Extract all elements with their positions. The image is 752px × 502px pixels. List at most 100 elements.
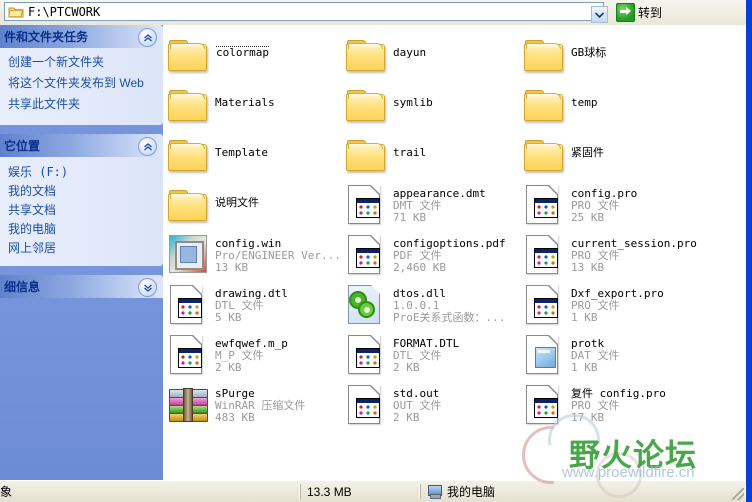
go-arrow-icon <box>616 2 635 22</box>
panel-body: 娱乐 (F:) 我的文档 共享文档 我的电脑 网上邻居 <box>0 157 163 266</box>
address-dropdown-chevron-down-icon[interactable] <box>591 6 608 23</box>
proe-window-config-icon <box>167 233 209 275</box>
file-name: dayun <box>393 46 427 59</box>
file-size: 17 KB <box>571 411 605 424</box>
file-labels: configoptions.pdf PDF 文件 2,460 KB <box>393 233 506 274</box>
chevron-up-icon[interactable] <box>138 28 157 47</box>
status-total-size: 13.3 MB <box>300 484 420 499</box>
file-labels: Dxf_export.pro PRO 文件 1 KB <box>571 283 664 324</box>
file-labels: std.out OUT 文件 2 KB <box>393 383 442 424</box>
file-labels: current_session.pro PRO 文件 13 KB <box>571 233 697 274</box>
file-labels: drawing.dtl DTL 文件 5 KB <box>215 283 288 324</box>
chevron-up-icon[interactable] <box>138 137 157 156</box>
folder-icon <box>345 33 387 75</box>
file-item[interactable]: Dxf_export.pro PRO 文件 1 KB <box>523 281 746 331</box>
panel-details: 细信息 <box>0 275 163 298</box>
config-file-icon <box>523 233 565 275</box>
folder-item[interactable]: colormap <box>167 31 345 81</box>
task-share-this-folder[interactable]: 共享此文件夹 <box>8 96 155 112</box>
folder-item[interactable]: trail <box>345 131 523 181</box>
folder-icon <box>345 83 387 125</box>
file-name: GB球标 <box>571 46 607 59</box>
address-input[interactable]: F:\PTCWORK <box>4 2 608 23</box>
file-item[interactable]: drawing.dtl DTL 文件 5 KB <box>167 281 345 331</box>
file-item[interactable]: FORMAT.DTL DTL 文件 2 KB <box>345 331 523 381</box>
resize-grip[interactable] <box>732 488 744 500</box>
config-file-icon <box>523 383 565 425</box>
file-size: 25 KB <box>571 211 605 224</box>
folder-item[interactable]: 紧固件 <box>523 131 746 181</box>
file-labels: ewfqwef.m_p M_P 文件 2 KB <box>215 333 288 374</box>
panel-other-places: 它位置 娱乐 (F:) 我的文档 共享文档 我的电脑 网上邻居 <box>0 134 163 266</box>
file-name: 说明文件 <box>215 196 259 209</box>
file-item[interactable]: std.out OUT 文件 2 KB <box>345 381 523 431</box>
folder-item[interactable]: 说明文件 <box>167 181 345 231</box>
file-labels: GB球标 <box>571 33 606 59</box>
file-item[interactable]: config.pro PRO 文件 25 KB <box>523 181 746 231</box>
place-my-network-places[interactable]: 网上邻居 <box>8 239 155 258</box>
file-size: 5 KB <box>215 311 242 324</box>
place-shared-documents[interactable]: 共享文档 <box>8 201 155 220</box>
folder-icon <box>167 83 209 125</box>
folder-icon <box>523 83 565 125</box>
task-publish-folder-to-web[interactable]: 将这个文件夹发布到 Web <box>8 75 155 91</box>
folder-item[interactable]: temp <box>523 81 746 131</box>
status-location-label: 我的电脑 <box>447 485 496 499</box>
config-file-icon <box>345 183 387 225</box>
place-entertainment-f-drive[interactable]: 娱乐 (F:) <box>8 163 155 182</box>
file-labels: dtos.dll 1.0.0.1 ProE关系式函数：... <box>393 283 505 324</box>
folder-item[interactable]: dayun <box>345 31 523 81</box>
folder-icon <box>523 133 565 175</box>
go-button[interactable]: 转到 <box>612 2 666 22</box>
file-item[interactable]: config.win Pro/ENGINEER Ver... 13 KB <box>167 231 345 281</box>
config-file-icon <box>345 233 387 275</box>
file-name: Template <box>215 146 268 159</box>
chevron-down-icon[interactable] <box>138 278 157 297</box>
file-item[interactable]: sPurge WinRAR 压缩文件 483 KB <box>167 381 345 431</box>
file-labels: FORMAT.DTL DTL 文件 2 KB <box>393 333 459 374</box>
file-item[interactable]: configoptions.pdf PDF 文件 2,460 KB <box>345 231 523 281</box>
file-name: colormap <box>215 46 270 59</box>
file-list-pane[interactable]: colormap dayun GB球标 Materials symlib temp Temp… <box>163 25 746 480</box>
file-labels: trail <box>393 133 426 159</box>
folder-item[interactable]: Materials <box>167 81 345 131</box>
file-name: trail <box>393 146 427 159</box>
file-item[interactable]: ewfqwef.m_p M_P 文件 2 KB <box>167 331 345 381</box>
task-sidebar: 件和文件夹任务 创建一个新文件夹 将这个文件夹发布到 Web 共享此文件夹 它位… <box>0 25 163 480</box>
config-file-icon <box>167 333 209 375</box>
winrar-archive-icon <box>167 383 209 425</box>
file-size: 1 KB <box>571 311 598 324</box>
panel-header[interactable]: 件和文件夹任务 <box>0 25 163 48</box>
panel-file-folder-tasks: 件和文件夹任务 创建一个新文件夹 将这个文件夹发布到 Web 共享此文件夹 <box>0 25 163 125</box>
file-name: symlib <box>393 96 433 109</box>
folder-item[interactable]: GB球标 <box>523 31 746 81</box>
file-size: 2 KB <box>215 361 242 374</box>
file-item[interactable]: current_session.pro PRO 文件 13 KB <box>523 231 746 281</box>
file-labels: 说明文件 <box>215 183 259 209</box>
file-item[interactable]: dtos.dll 1.0.0.1 ProE关系式函数：... <box>345 281 523 331</box>
place-my-computer[interactable]: 我的电脑 <box>8 220 155 239</box>
config-file-icon <box>523 183 565 225</box>
task-create-new-folder[interactable]: 创建一个新文件夹 <box>8 54 155 70</box>
file-labels: temp <box>571 83 598 109</box>
file-item[interactable]: 复件 config.pro PRO 文件 17 KB <box>523 381 746 431</box>
folder-icon <box>167 33 209 75</box>
file-size: ProE关系式函数：... <box>393 311 506 324</box>
config-file-icon <box>345 383 387 425</box>
folder-item[interactable]: Template <box>167 131 345 181</box>
file-item[interactable]: appearance.dmt DMT 文件 71 KB <box>345 181 523 231</box>
place-my-documents[interactable]: 我的文档 <box>8 182 155 201</box>
address-text: F:\PTCWORK <box>28 4 101 19</box>
panel-header[interactable]: 细信息 <box>0 275 163 298</box>
file-size: 2,460 KB <box>393 261 446 274</box>
file-item[interactable]: protk DAT 文件 1 KB <box>523 331 746 381</box>
file-labels: config.pro PRO 文件 25 KB <box>571 183 637 224</box>
folder-item[interactable]: symlib <box>345 81 523 131</box>
folder-icon <box>167 133 209 175</box>
explorer-window: F:\PTCWORK 转到 件和文件夹任务 创建一个新文件夹 将这个文件夹发布到… <box>0 0 752 502</box>
file-labels: colormap <box>215 33 270 59</box>
folder-icon <box>8 5 24 19</box>
config-file-icon <box>345 333 387 375</box>
panel-body: 创建一个新文件夹 将这个文件夹发布到 Web 共享此文件夹 <box>0 48 163 125</box>
panel-header[interactable]: 它位置 <box>0 134 163 157</box>
